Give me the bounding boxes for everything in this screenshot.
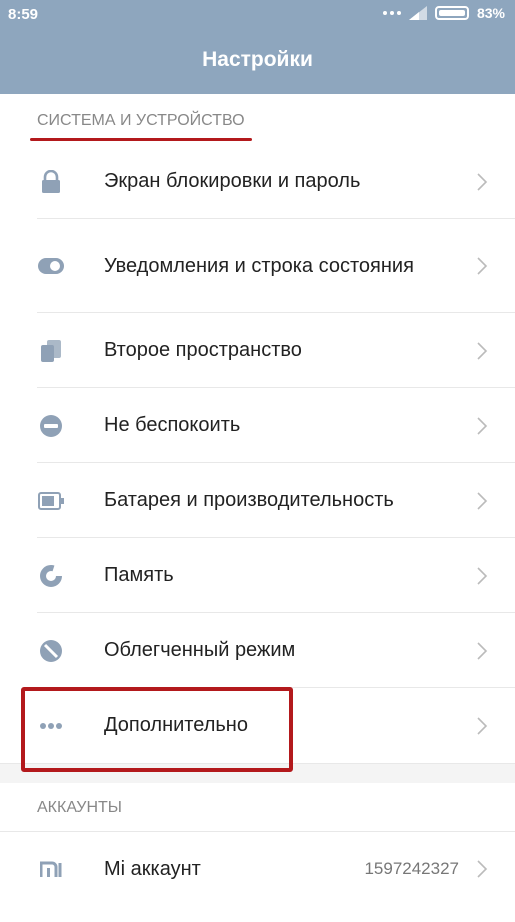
toggle-icon bbox=[38, 253, 64, 279]
settings-item-mi-account[interactable]: Mi аккаунт 1597242327 bbox=[0, 831, 515, 906]
section-header-system: СИСТЕМА И УСТРОЙСТВО bbox=[0, 94, 515, 144]
settings-item-label: Второе пространство bbox=[104, 339, 302, 361]
lite-mode-icon bbox=[38, 638, 64, 664]
page-title: Настройки bbox=[202, 48, 313, 71]
chevron-right-icon bbox=[477, 257, 488, 275]
second-space-icon bbox=[38, 338, 64, 364]
settings-item-label: Облегченный режим bbox=[104, 639, 296, 661]
chevron-right-icon bbox=[477, 491, 488, 510]
signal-icon bbox=[408, 6, 427, 20]
settings-item-additional[interactable]: Дополнительно bbox=[0, 688, 515, 763]
settings-item-battery[interactable]: Батарея и производительность bbox=[0, 463, 515, 538]
status-time: 8:59 bbox=[8, 6, 39, 23]
battery-icon bbox=[38, 488, 64, 514]
section-header-accounts: АККАУНТЫ bbox=[0, 783, 515, 831]
settings-item-notifications[interactable]: Уведомления и строка состояния bbox=[0, 219, 515, 313]
settings-item-label: Дополнительно bbox=[104, 714, 248, 736]
battery-percent: 83% bbox=[476, 5, 505, 21]
annotation-underline bbox=[30, 138, 252, 141]
do-not-disturb-icon bbox=[38, 413, 64, 439]
chevron-right-icon bbox=[477, 172, 488, 191]
account-id: 1597242327 bbox=[364, 859, 459, 878]
storage-icon bbox=[38, 563, 64, 589]
settings-item-lock-screen[interactable]: Экран блокировки и пароль bbox=[0, 144, 515, 219]
more-dots-icon bbox=[382, 11, 401, 15]
chevron-right-icon bbox=[477, 860, 488, 878]
settings-item-second-space[interactable]: Второе пространство bbox=[0, 313, 515, 388]
chevron-right-icon bbox=[477, 566, 488, 585]
settings-item-label: Память bbox=[104, 564, 174, 586]
settings-list: СИСТЕМА И УСТРОЙСТВО Экран блокировки и … bbox=[0, 94, 515, 922]
lock-icon bbox=[38, 169, 64, 195]
mi-logo-icon bbox=[38, 856, 64, 882]
settings-item-label: Батарея и производительность bbox=[104, 489, 394, 511]
settings-item-lite-mode[interactable]: Облегченный режим bbox=[0, 613, 515, 688]
settings-item-storage[interactable]: Память bbox=[0, 538, 515, 613]
section-title-system: СИСТЕМА И УСТРОЙСТВО bbox=[37, 112, 245, 129]
settings-item-label: Экран блокировки и пароль bbox=[104, 170, 361, 192]
chevron-right-icon bbox=[477, 716, 488, 735]
status-bar: 8:59 83% bbox=[0, 0, 515, 28]
section-title-accounts: АККАУНТЫ bbox=[37, 799, 122, 816]
chevron-right-icon bbox=[477, 341, 488, 360]
battery-icon bbox=[434, 6, 469, 20]
more-dots-icon bbox=[38, 713, 64, 739]
settings-item-do-not-disturb[interactable]: Не беспокоить bbox=[0, 388, 515, 463]
settings-item-label: Не беспокоить bbox=[104, 414, 241, 436]
settings-item-label: Уведомления и строка состояния bbox=[104, 254, 414, 277]
app-bar: Настройки bbox=[0, 28, 515, 94]
chevron-right-icon bbox=[477, 641, 488, 660]
chevron-right-icon bbox=[477, 416, 488, 435]
section-divider bbox=[0, 763, 515, 783]
status-indicators: 83% bbox=[382, 5, 505, 21]
